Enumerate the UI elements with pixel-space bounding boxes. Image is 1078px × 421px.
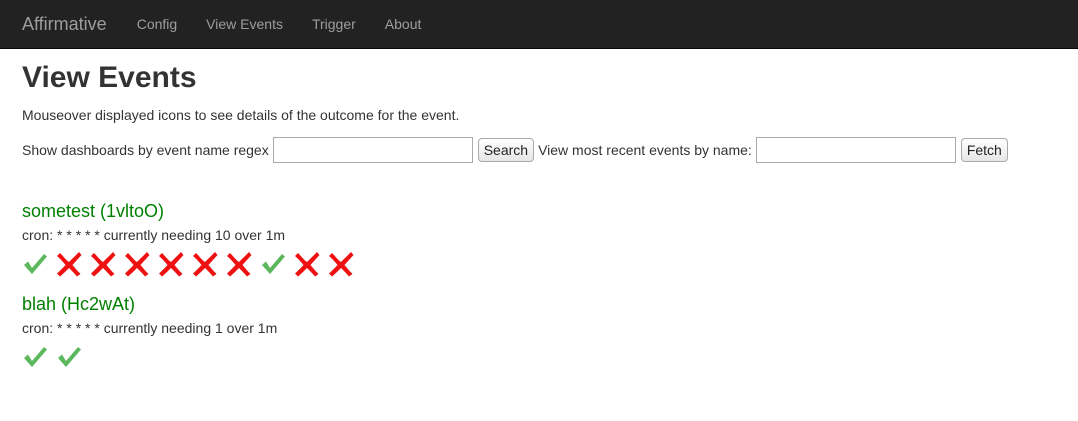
event-title-link[interactable]: blah (Hc2wAt) [22, 293, 135, 315]
success-check-icon[interactable] [22, 343, 56, 371]
recent-input[interactable] [755, 137, 956, 163]
recent-label: View most recent events by name: [538, 142, 752, 158]
failure-cross-icon[interactable] [90, 250, 124, 278]
success-check-icon[interactable] [22, 250, 56, 278]
navbar: Affirmative Config View Events Trigger A… [0, 0, 1078, 49]
failure-cross-icon[interactable] [192, 250, 226, 278]
failure-cross-icon[interactable] [294, 250, 328, 278]
failure-cross-icon[interactable] [158, 250, 192, 278]
event-list: sometest (1vltoO) cron: * * * * * curren… [22, 200, 1078, 372]
event-title-link[interactable]: sometest (1vltoO) [22, 200, 164, 222]
intro-text: Mouseover displayed icons to see details… [22, 107, 460, 123]
fetch-button[interactable]: Fetch [960, 138, 1008, 162]
failure-cross-icon[interactable] [124, 250, 158, 278]
nav-item-trigger[interactable]: Trigger [312, 16, 356, 32]
brand-link[interactable]: Affirmative [22, 14, 107, 35]
event-cron: cron: * * * * * currently needing 1 over… [22, 320, 278, 336]
regex-input[interactable] [272, 137, 473, 163]
main-content: View Events Mouseover displayed icons to… [0, 61, 1078, 372]
search-controls: Show dashboards by event name regex Sear… [22, 136, 1078, 164]
search-button[interactable]: Search [477, 138, 535, 162]
event-cron: cron: * * * * * currently needing 10 ove… [22, 227, 286, 243]
success-check-icon[interactable] [260, 250, 294, 278]
outcome-list [22, 249, 1078, 279]
failure-cross-icon[interactable] [56, 250, 90, 278]
event-item: blah (Hc2wAt) cron: * * * * * currently … [22, 293, 1078, 372]
failure-cross-icon[interactable] [328, 250, 362, 278]
success-check-icon[interactable] [56, 343, 90, 371]
failure-cross-icon[interactable] [226, 250, 260, 278]
nav-item-view-events[interactable]: View Events [206, 16, 283, 32]
nav-item-about[interactable]: About [385, 16, 422, 32]
nav-item-config[interactable]: Config [137, 16, 177, 32]
regex-label: Show dashboards by event name regex [22, 142, 269, 158]
outcome-list [22, 342, 1078, 372]
page-title: View Events [22, 61, 197, 94]
event-item: sometest (1vltoO) cron: * * * * * curren… [22, 200, 1078, 279]
